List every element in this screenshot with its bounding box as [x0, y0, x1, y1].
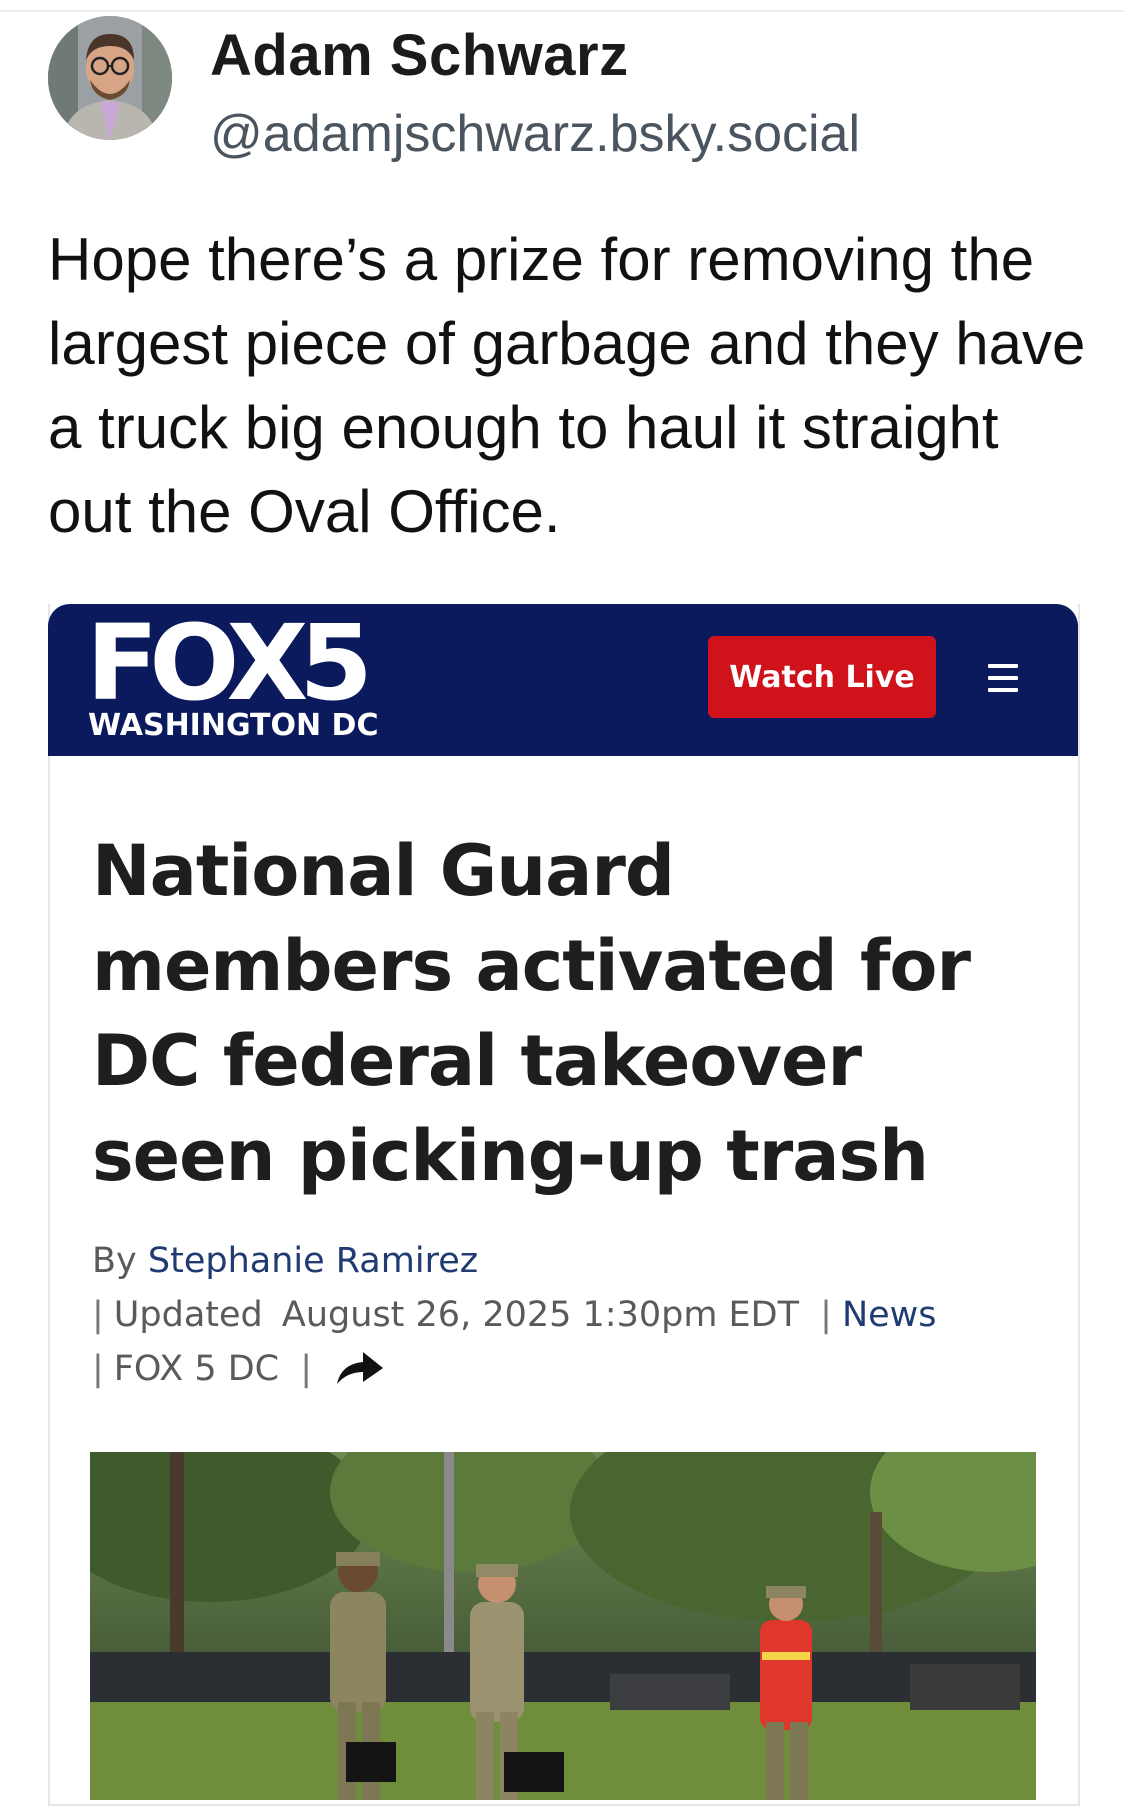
byline-prefix: By: [92, 1241, 137, 1281]
article-photo[interactable]: [90, 1452, 1036, 1800]
author-avatar[interactable]: [48, 16, 172, 140]
top-divider: [0, 10, 1124, 12]
article-headline[interactable]: National Guard members activated for DC …: [92, 824, 1022, 1204]
share-arrow-icon[interactable]: [333, 1348, 385, 1384]
author-handle[interactable]: @adamjschwarz.bsky.social: [210, 104, 860, 164]
post-text: Hope there’s a prize for removing the la…: [48, 226, 1086, 545]
fox5-logo: FOX5: [86, 602, 373, 724]
separator: |: [92, 1349, 104, 1389]
watch-live-button[interactable]: Watch Live: [708, 636, 936, 718]
hamburger-menu-icon[interactable]: [988, 664, 1018, 696]
separator: |: [820, 1295, 832, 1335]
separator: |: [300, 1349, 313, 1389]
byline-date-line: | Updated August 26, 2025 1:30pm EDT | New…: [92, 1288, 1032, 1342]
separator: |: [92, 1295, 104, 1335]
author-name[interactable]: Adam Schwarz: [210, 22, 629, 89]
source-label: FOX 5 DC: [113, 1349, 280, 1389]
category-link[interactable]: News: [842, 1295, 937, 1335]
fox5-logo-subtitle: WASHINGTON DC: [88, 708, 379, 743]
fox5-header-bar: FOX5 WASHINGTON DC Watch Live: [48, 604, 1078, 756]
byline-author-line: By Stephanie Ramirez: [92, 1234, 1032, 1288]
article-byline: By Stephanie Ramirez | Updated August 26,…: [92, 1234, 1032, 1396]
article-date: August 26, 2025 1:30pm EDT: [281, 1295, 799, 1335]
byline-source-line: | FOX 5 DC |: [92, 1342, 1032, 1396]
updated-label: Updated: [113, 1295, 263, 1335]
byline-author-link[interactable]: Stephanie Ramirez: [148, 1241, 478, 1281]
